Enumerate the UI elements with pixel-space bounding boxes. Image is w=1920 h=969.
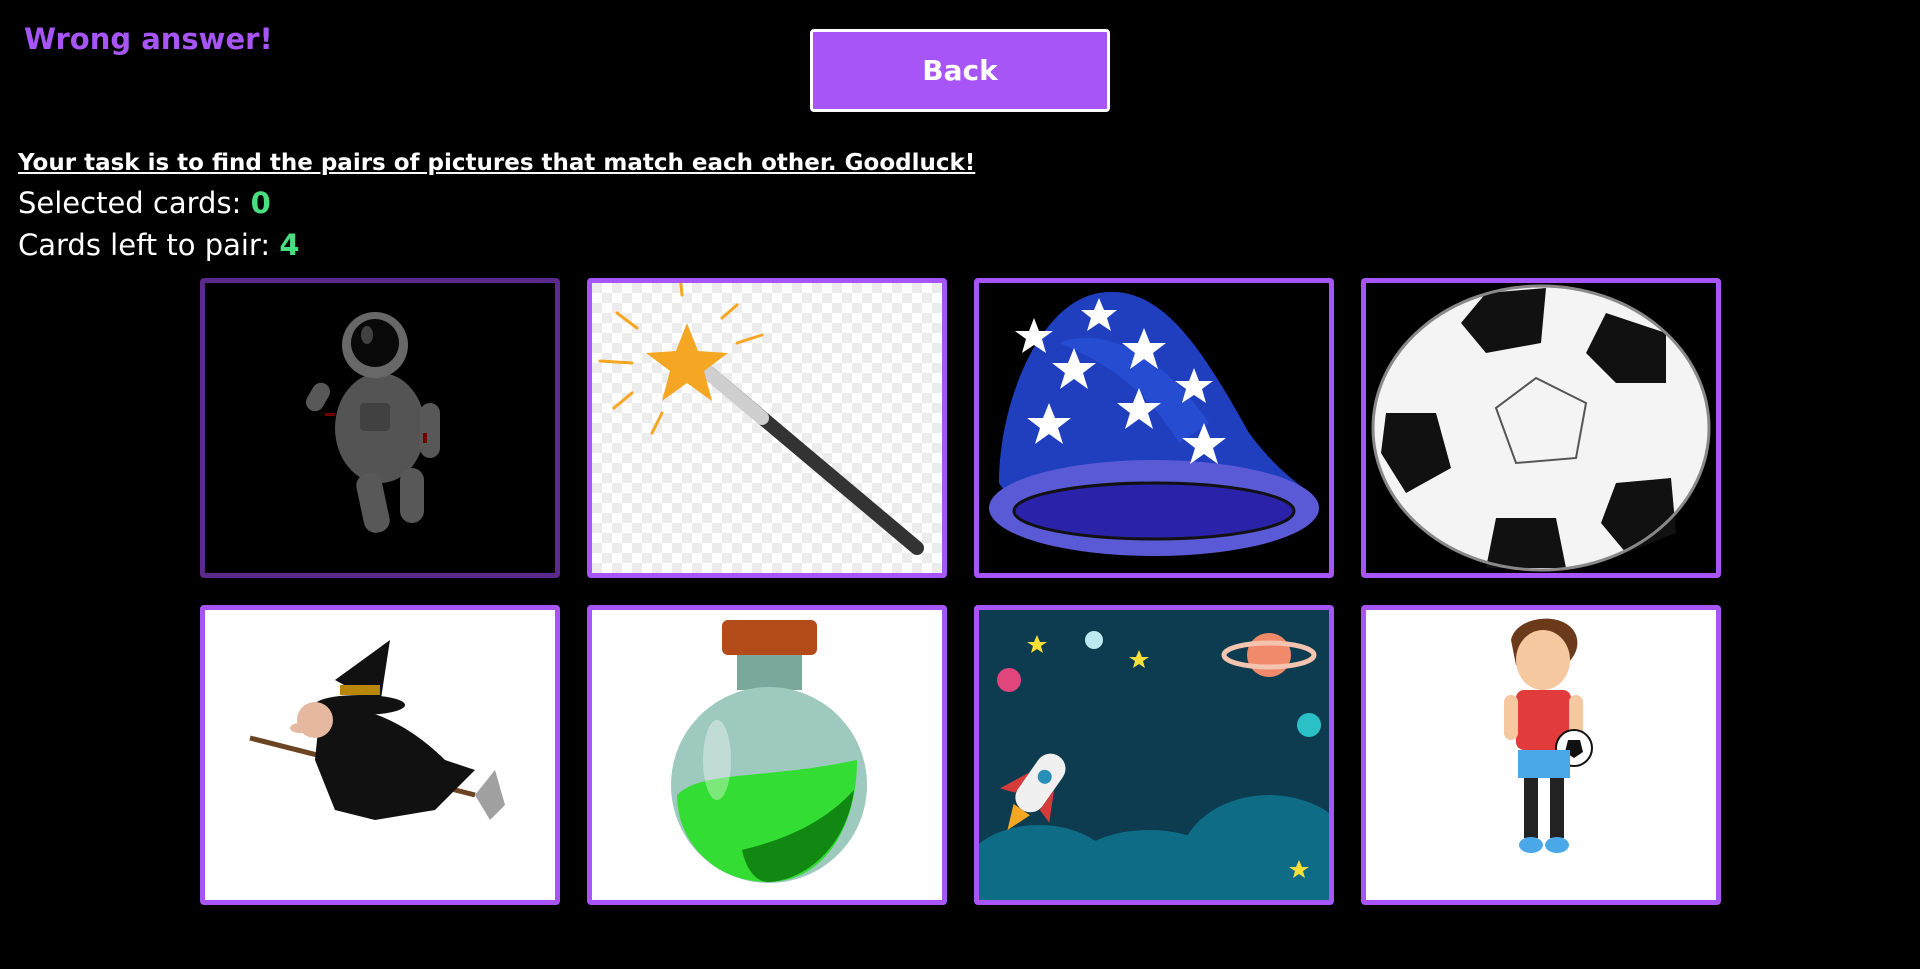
card-soccer-player-boy[interactable] — [1361, 605, 1721, 905]
card-magic-wand[interactable] — [587, 278, 947, 578]
witch-on-broom-picture — [205, 610, 555, 900]
potion-bottle-picture — [592, 610, 942, 900]
magic-wand-picture — [592, 283, 942, 573]
wizard-hat-picture — [979, 283, 1329, 573]
soccer-ball-picture — [1366, 283, 1716, 573]
card-soccer-ball[interactable] — [1361, 278, 1721, 578]
back-button[interactable]: Back — [810, 29, 1110, 112]
feedback-message: Wrong answer! — [24, 22, 273, 56]
space-scene-picture — [979, 610, 1329, 900]
card-potion-bottle[interactable] — [587, 605, 947, 905]
soccer-player-boy-picture — [1366, 610, 1716, 900]
card-witch-on-broom[interactable] — [200, 605, 560, 905]
cards-left-label: Cards left to pair: — [18, 228, 280, 262]
card-space-scene[interactable] — [974, 605, 1334, 905]
cards-left-count: 4 — [279, 228, 300, 262]
cards-left-stat: Cards left to pair: 4 — [18, 228, 300, 262]
selected-cards-label: Selected cards: — [18, 186, 251, 220]
selected-cards-stat: Selected cards: 0 — [18, 186, 271, 220]
card-astronaut[interactable] — [200, 278, 560, 578]
instructions-text: Your task is to find the pairs of pictur… — [18, 150, 976, 176]
astronaut-picture — [205, 283, 555, 573]
card-wizard-hat[interactable] — [974, 278, 1334, 578]
selected-cards-count: 0 — [250, 186, 271, 220]
